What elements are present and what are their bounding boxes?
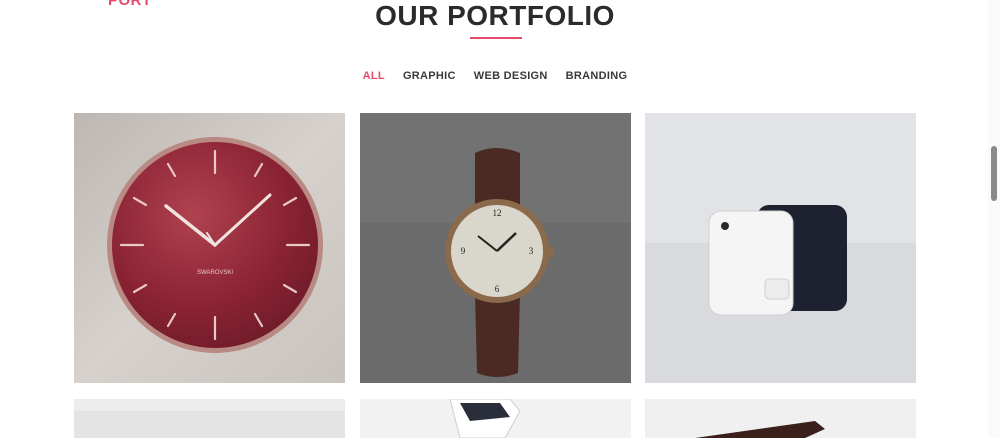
title-underline [470,37,522,39]
clock-image: SWAROVSKI [74,113,345,383]
sneaker-image [360,399,631,438]
svg-text:12: 12 [493,208,502,218]
tracker-image [645,113,916,383]
item-image [645,399,916,438]
watch-image: 12 3 6 9 [360,113,631,383]
scrollbar[interactable] [988,0,1000,438]
item-image [74,399,345,438]
scrollbar-thumb[interactable] [991,146,997,201]
svg-text:9: 9 [461,246,466,256]
portfolio-item-clock[interactable]: SWAROVSKI [74,113,345,383]
portfolio-item-tracker[interactable] [645,113,916,383]
filter-all[interactable]: ALL [363,70,385,82]
portfolio-filters: ALL GRAPHIC WEB DESIGN BRANDING [0,70,990,82]
portfolio-item-row2-3[interactable] [645,399,916,438]
filter-graphic[interactable]: GRAPHIC [403,70,456,82]
filter-branding[interactable]: BRANDING [566,70,628,82]
portfolio-item-row2-2[interactable] [360,399,631,438]
svg-text:3: 3 [529,246,534,256]
section-title: OUR PORTFOLIO [375,0,615,31]
filter-web-design[interactable]: WEB DESIGN [474,70,548,82]
portfolio-item-watch[interactable]: 12 3 6 9 [360,113,631,383]
portfolio-item-row2-1[interactable] [74,399,345,438]
clock-brand-text: SWAROVSKI [197,270,233,276]
svg-text:6: 6 [495,284,500,294]
